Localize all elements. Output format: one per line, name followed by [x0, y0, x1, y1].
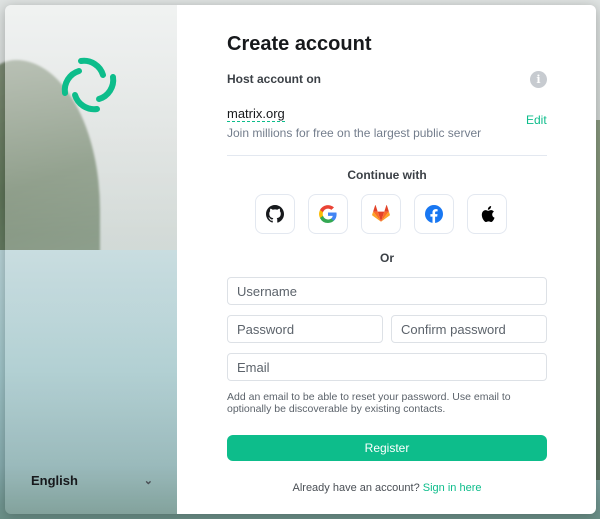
- facebook-sso-button[interactable]: [414, 194, 454, 234]
- sso-button-row: [255, 194, 507, 234]
- signin-prompt-text: Already have an account?: [292, 482, 420, 494]
- register-button[interactable]: Register: [227, 435, 547, 461]
- email-input[interactable]: [227, 353, 547, 381]
- password-input[interactable]: [227, 315, 383, 343]
- section-divider: [227, 155, 547, 156]
- confirm-password-input[interactable]: [391, 315, 547, 343]
- apple-icon: [481, 206, 495, 222]
- chevron-down-icon: ⌄: [143, 474, 153, 487]
- github-icon: [266, 205, 284, 223]
- continue-with-label: Continue with: [347, 168, 427, 182]
- language-label: English: [31, 472, 78, 488]
- signin-prompt: Already have an account? Sign in here: [227, 482, 547, 494]
- edit-server-link[interactable]: Edit: [526, 113, 547, 127]
- facebook-icon: [425, 205, 443, 223]
- gitlab-icon: [372, 205, 390, 222]
- host-label: Host account on: [227, 72, 322, 86]
- gitlab-sso-button[interactable]: [361, 194, 401, 234]
- google-icon: [319, 205, 337, 223]
- auth-main-panel: Create account Host account on i matrix.…: [177, 5, 596, 514]
- server-name: matrix.org: [227, 106, 285, 122]
- google-sso-button[interactable]: [308, 194, 348, 234]
- or-divider-label: Or: [379, 251, 394, 265]
- info-icon[interactable]: i: [530, 71, 547, 88]
- element-logo-icon: [61, 57, 117, 113]
- page-title: Create account: [227, 33, 372, 55]
- github-sso-button[interactable]: [255, 194, 295, 234]
- apple-sso-button[interactable]: [467, 194, 507, 234]
- server-description: Join millions for free on the largest pu…: [227, 126, 482, 140]
- username-input[interactable]: [227, 277, 547, 305]
- signin-link[interactable]: Sign in here: [423, 482, 482, 494]
- email-hint: Add an email to be able to reset your pa…: [227, 391, 511, 415]
- language-dropdown[interactable]: English ⌄: [31, 469, 153, 491]
- auth-sidebar: English ⌄: [5, 5, 177, 514]
- auth-dialog: English ⌄ Create account Host account on…: [5, 5, 596, 514]
